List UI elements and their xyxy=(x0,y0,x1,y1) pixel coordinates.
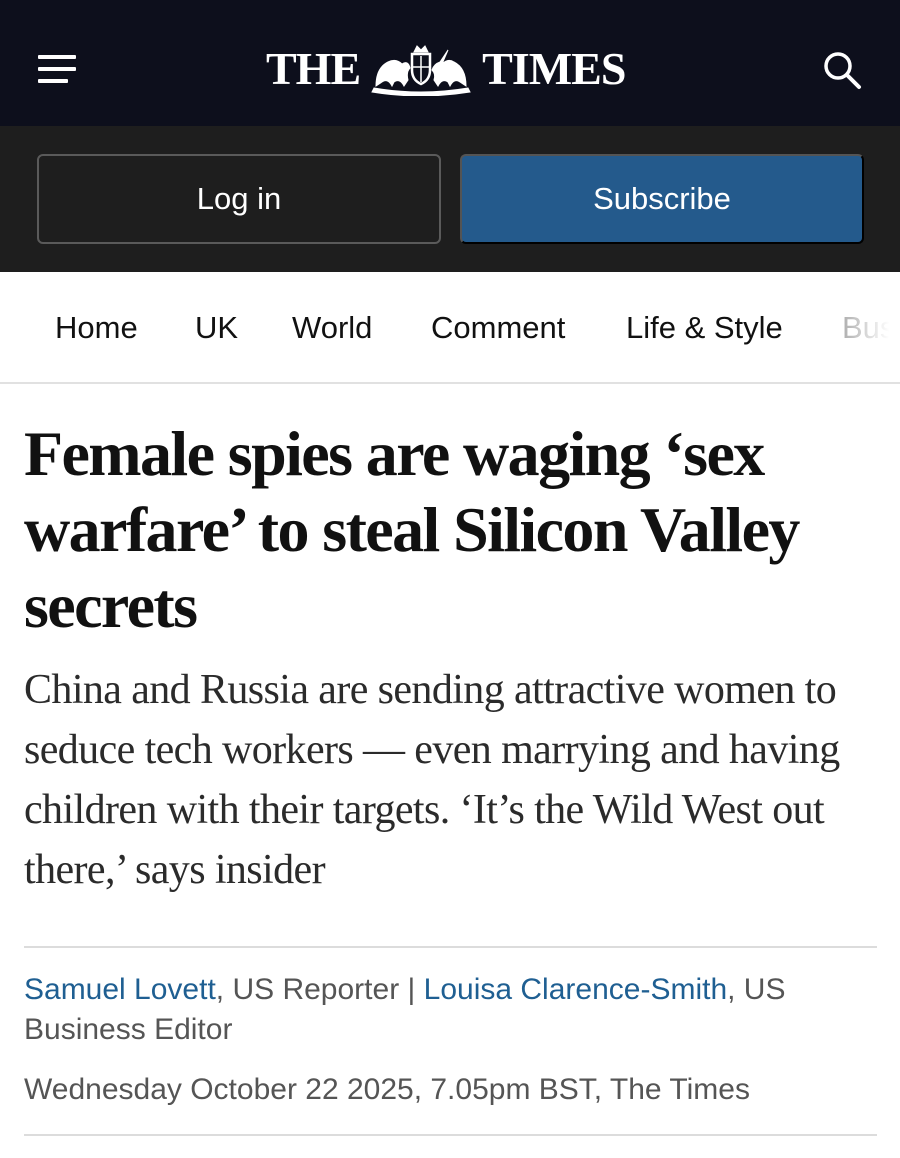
article-standfirst: China and Russia are sending attractive … xyxy=(24,667,840,893)
search-icon[interactable] xyxy=(822,50,862,90)
masthead-logo[interactable]: THE TIMES xyxy=(266,42,626,96)
author-role-1: , US Reporter | xyxy=(215,973,424,1006)
nav-item-life-style[interactable]: Life & Style xyxy=(626,310,783,346)
divider-bottom xyxy=(24,1134,877,1136)
author-link-samuel-lovett[interactable]: Samuel Lovett xyxy=(24,973,216,1006)
masthead-word-the: THE xyxy=(266,43,361,94)
nav-item-uk[interactable]: UK xyxy=(195,310,238,346)
nav-item-comment[interactable]: Comment xyxy=(431,310,565,346)
hamburger-menu-icon[interactable] xyxy=(38,55,76,83)
royal-crest-icon xyxy=(371,45,471,96)
section-nav: Home UK World Comment Life & Style Bus xyxy=(0,272,900,384)
divider-top xyxy=(24,946,877,948)
nav-item-world[interactable]: World xyxy=(292,310,372,346)
login-button[interactable]: Log in xyxy=(37,154,441,244)
top-bar: THE TIMES xyxy=(0,0,900,126)
nav-item-home[interactable]: Home xyxy=(55,310,138,346)
article-headline: Female spies are waging ‘sex warfare’ to… xyxy=(24,418,800,641)
author-link-louisa-clarence-smith[interactable]: Louisa Clarence-Smith xyxy=(424,973,727,1006)
subscribe-button[interactable]: Subscribe xyxy=(460,154,864,244)
byline: Samuel Lovett, US Reporter | Louisa Clar… xyxy=(24,970,884,1050)
publish-dateline: Wednesday October 22 2025, 7.05pm BST, T… xyxy=(24,1073,750,1106)
nav-item-business[interactable]: Bus xyxy=(842,310,895,346)
auth-bar: Log in Subscribe xyxy=(0,126,900,272)
masthead-word-times: TIMES xyxy=(482,43,626,94)
